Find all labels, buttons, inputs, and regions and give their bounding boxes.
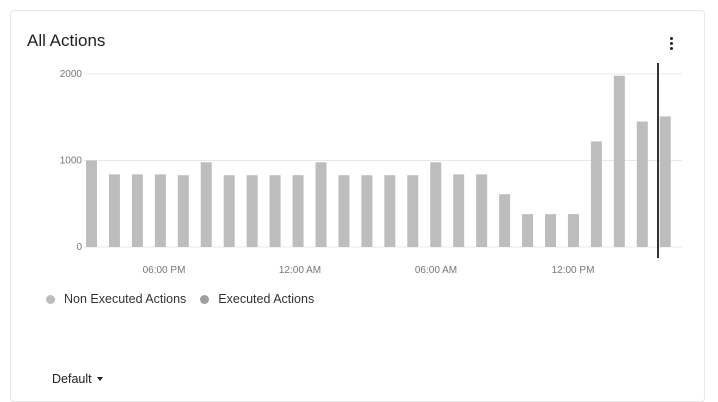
bar-non-executed: [108, 174, 120, 247]
legend-item-executed[interactable]: Executed Actions: [200, 292, 314, 306]
caret-down-icon: [96, 377, 103, 381]
y-tick-label: 2000: [60, 69, 83, 80]
legend-item-non-executed[interactable]: Non Executed Actions: [46, 292, 186, 306]
y-tick-label: 0: [76, 242, 82, 253]
bar-non-executed: [499, 194, 511, 247]
bar-non-executed: [476, 174, 488, 247]
bar-non-executed: [86, 160, 97, 247]
bar-non-executed: [154, 174, 166, 247]
bar-non-executed: [131, 174, 143, 247]
bar-non-executed: [177, 175, 189, 247]
x-tick-label: 06:00 AM: [415, 265, 457, 276]
bar-chart: 0 1000 2000 06:00 PM 12:00 AM 06:00 AM 12:00 P…: [60, 63, 682, 276]
bar-non-executed: [315, 162, 327, 247]
chart-legend: Non Executed Actions Executed Actions: [46, 292, 328, 306]
bar-non-executed: [430, 162, 442, 247]
x-tick-label: 12:00 PM: [552, 265, 595, 276]
bar-non-executed: [223, 175, 235, 247]
legend-label-executed: Executed Actions: [218, 292, 315, 306]
x-tick-label: 06:00 PM: [143, 265, 186, 276]
bar-non-executed: [453, 174, 465, 247]
bar-non-executed: [522, 214, 534, 247]
bar-non-executed: [384, 175, 396, 247]
bar-non-executed: [200, 162, 212, 247]
bar-non-executed: [613, 75, 625, 247]
bar-non-executed: [659, 116, 671, 247]
legend-dot-non-executed: [46, 294, 55, 304]
bar-non-executed: [361, 175, 373, 247]
bar-non-executed: [338, 175, 350, 247]
bar-non-executed: [269, 175, 281, 247]
legend-dot-executed: [200, 294, 210, 304]
bar-non-executed: [636, 121, 648, 247]
y-tick-label: 1000: [60, 156, 83, 167]
bar-non-executed: [246, 175, 258, 247]
bar-non-executed: [292, 175, 304, 247]
bar-non-executed: [567, 214, 579, 247]
bar-non-executed: [407, 175, 419, 247]
dropdown-label: Default: [52, 372, 92, 386]
default-dropdown[interactable]: Default: [52, 372, 103, 386]
bar-non-executed: [590, 141, 602, 247]
legend-label-non-executed: Non Executed Actions: [64, 292, 187, 306]
x-tick-label: 12:00 AM: [279, 265, 321, 276]
bar-non-executed: [545, 214, 556, 247]
